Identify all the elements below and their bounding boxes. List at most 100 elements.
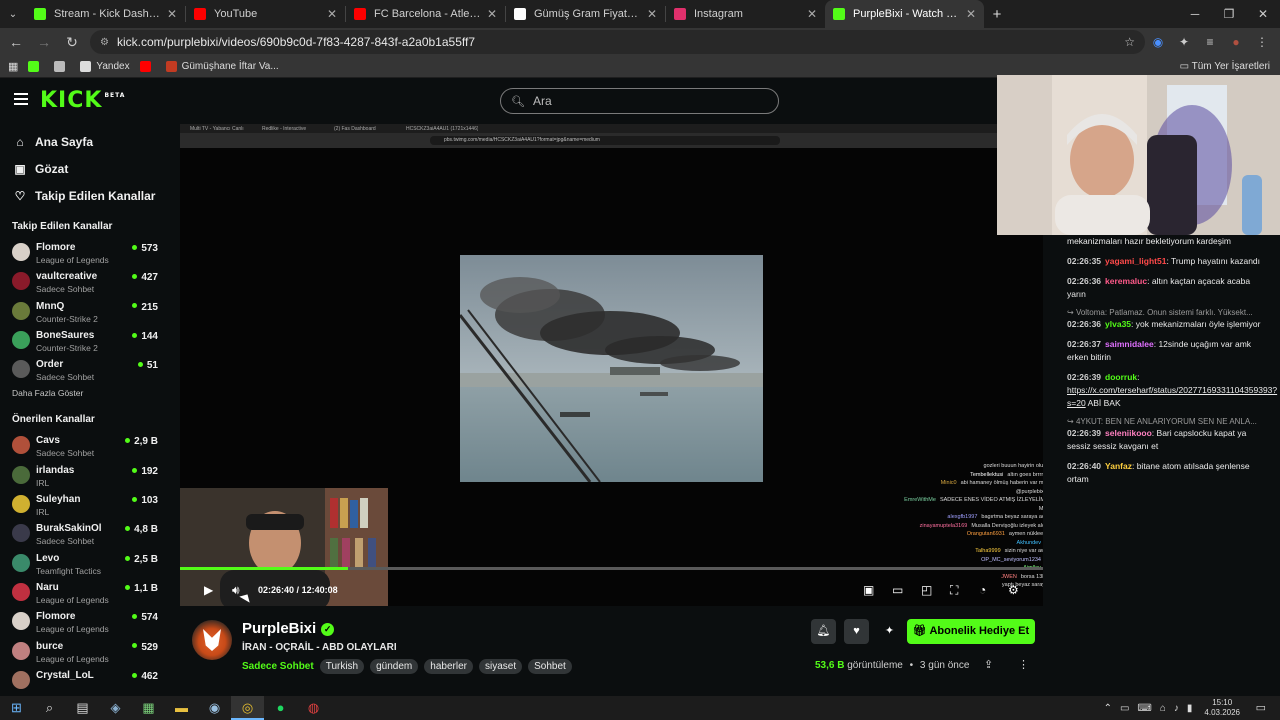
browser-tab[interactable]: FC Barcelona - Atletico Madrid ✕ — [346, 0, 505, 28]
stream-tag[interactable]: Sohbet — [528, 659, 572, 674]
extensions-puzzle-icon[interactable]: ✦ — [1171, 35, 1197, 49]
chat-username[interactable]: keremaluc — [1105, 276, 1147, 286]
apps-grid-icon[interactable]: ▦ — [8, 60, 18, 73]
steam-app-icon[interactable]: ◉ — [198, 696, 231, 720]
bookmark-item[interactable] — [54, 61, 70, 72]
settings-gear-icon[interactable]: ⚙ — [1008, 583, 1019, 597]
tab-close-icon[interactable]: ✕ — [647, 7, 657, 21]
sidebar-nav-item[interactable]: ▣ Gözat — [12, 155, 168, 182]
more-options-icon[interactable]: ⋮ — [1018, 658, 1029, 671]
spotify-icon[interactable]: ● — [264, 696, 297, 720]
taskbar-search-icon[interactable]: ⌕ — [33, 696, 66, 720]
tab-search-icon[interactable]: ⌄ — [0, 9, 26, 20]
channel-item[interactable]: vaultcreative Sadece Sohbet 427 — [0, 267, 168, 296]
tab-close-icon[interactable]: ✕ — [167, 7, 177, 21]
sidebar-nav-item[interactable]: ⌂ Ana Sayfa — [12, 128, 168, 155]
tray-chevron-icon[interactable]: ⌃ — [1104, 703, 1112, 714]
channel-item[interactable]: Naru League of Legends 1,1 B — [0, 578, 168, 607]
theater-mode-icon[interactable]: ▭ — [892, 583, 903, 597]
battery-icon[interactable]: ▮ — [1187, 703, 1193, 714]
chat-username[interactable]: yagami_light51 — [1105, 256, 1166, 266]
clock[interactable]: 15:10 4.03.2026 — [1204, 698, 1240, 718]
stream-tag[interactable]: gündem — [370, 659, 419, 674]
obs-icon[interactable]: ◍ — [297, 696, 330, 720]
extension-icon[interactable]: ◉ — [1145, 35, 1171, 49]
channel-item[interactable]: Suleyhan IRL 103 — [0, 490, 168, 519]
tab-close-icon[interactable]: ✕ — [327, 7, 337, 21]
chat-username[interactable]: saimnidalee — [1105, 339, 1154, 349]
windows-start-icon[interactable]: ⊞ — [0, 696, 33, 720]
restore-icon[interactable]: ❐ — [1212, 0, 1246, 28]
channel-item[interactable]: BoneSaures Counter-Strike 2 144 — [0, 326, 168, 355]
speaker-icon[interactable]: ♪ — [1174, 703, 1179, 714]
channel-item[interactable]: Cavs Sadece Sohbet 2,9 B — [0, 431, 168, 460]
bookmark-item[interactable]: Gümüşhane İftar Va... — [165, 61, 279, 72]
seek-bar[interactable] — [180, 567, 1043, 570]
video-player[interactable]: Multi TV - Yabancı Canlı Redlike - Intera… — [180, 124, 1043, 606]
browser-tab[interactable]: Gümüş Gram Fiyatı Canlı - Bug ✕ — [506, 0, 665, 28]
minimize-icon[interactable]: ─ — [1178, 0, 1212, 28]
channel-item[interactable]: Levo Teamfight Tactics 2,5 B — [0, 549, 168, 578]
channel-item[interactable]: irlandas IRL 192 — [0, 461, 168, 490]
channel-item[interactable]: BurakSakinOl Sadece Sohbet 4,8 B — [0, 519, 168, 548]
new-tab-button[interactable]: + — [984, 6, 1010, 23]
notifications-icon[interactable]: ▭ — [1256, 701, 1266, 714]
sparkle-icon[interactable]: ✦ — [877, 619, 902, 644]
forward-icon[interactable]: → — [32, 34, 56, 50]
back-icon[interactable]: ← — [4, 34, 28, 50]
channel-item[interactable]: Crystal_LoL 462 — [0, 666, 168, 695]
chat-username[interactable]: seleniikooo — [1105, 428, 1152, 438]
search-input[interactable]: 🔍︎ Ara — [500, 88, 779, 114]
profile-avatar[interactable]: ● — [1223, 35, 1249, 49]
steam-icon[interactable]: ◈ — [99, 696, 132, 720]
menu-icon[interactable] — [14, 93, 28, 105]
reload-icon[interactable]: ↻ — [60, 34, 84, 51]
chat-username[interactable]: Yanfaz — [1105, 461, 1132, 471]
channel-item[interactable]: MnnQ Counter-Strike 2 215 — [0, 297, 168, 326]
speed-icon[interactable]: ◔ — [979, 583, 986, 597]
bookmark-item[interactable]: Yandex — [80, 61, 130, 72]
category-link[interactable]: Sadece Sohbet — [242, 661, 314, 672]
bookmark-item[interactable] — [28, 61, 44, 72]
reading-list-icon[interactable]: ≡ — [1197, 35, 1223, 49]
bookmark-star-icon[interactable]: ☆ — [1124, 35, 1135, 49]
tray-app-icon[interactable]: ▭ — [1120, 703, 1129, 714]
explorer-icon[interactable]: ▬ — [165, 696, 198, 720]
channel-item[interactable]: burce League of Legends 529 — [0, 637, 168, 666]
fullscreen-icon[interactable]: ⛶ — [950, 583, 958, 598]
show-more-link[interactable]: Daha Fazla Göster — [0, 388, 168, 398]
sidebar-nav-item[interactable]: ♡ Takip Edilen Kanallar — [12, 182, 168, 209]
tab-close-icon[interactable]: ✕ — [807, 7, 817, 21]
tab-close-icon[interactable]: ✕ — [487, 7, 497, 21]
task-view-icon[interactable]: ▤ — [66, 696, 99, 720]
store-icon[interactable]: ▦ — [132, 696, 165, 720]
streamer-avatar[interactable] — [192, 620, 232, 660]
channel-item[interactable]: Flomore League of Legends 573 — [0, 238, 168, 267]
clip-icon[interactable]: ▣ — [863, 583, 874, 597]
browser-tab[interactable]: Instagram ✕ — [666, 0, 825, 28]
address-bar[interactable]: ⚙ kick.com/purplebixi/videos/690b9c0d-7f… — [90, 30, 1145, 54]
stream-tag[interactable]: Turkish — [319, 659, 365, 674]
all-bookmarks[interactable]: ▭ Tüm Yer İşaretleri — [1180, 61, 1270, 72]
bookmark-item[interactable] — [139, 61, 156, 72]
chat-username[interactable]: ylva35 — [1105, 319, 1131, 329]
streamer-name[interactable]: PurpleBixi ✓ — [242, 620, 335, 637]
browser-tab[interactable]: YouTube ✕ — [186, 0, 345, 28]
tab-close-icon[interactable]: ✕ — [966, 7, 976, 21]
channel-item[interactable]: Order Sadece Sohbet 51 — [0, 355, 168, 384]
play-icon[interactable]: ▶ — [204, 583, 213, 597]
chrome-taskbar-icon[interactable]: ◎ — [231, 696, 264, 720]
stream-tag[interactable]: siyaset — [478, 659, 523, 674]
gift-subscription-button[interactable]: 🎁︎ Abonelik Hediye Et — [907, 619, 1035, 644]
share-icon[interactable]: ⇪ — [984, 658, 993, 671]
follow-heart-icon[interactable]: ♥ — [844, 619, 869, 644]
browser-tab[interactable]: PurpleBixi - Watch the VOD ✕ — [825, 0, 984, 28]
pip-icon[interactable]: ◰ — [921, 583, 932, 597]
chat-username[interactable]: doorruk — [1105, 372, 1137, 382]
browser-tab[interactable]: Stream - Kick Dashboard ✕ — [26, 0, 185, 28]
stream-tag[interactable]: haberler — [424, 659, 473, 674]
close-window-icon[interactable]: ✕ — [1246, 0, 1280, 28]
kick-logo[interactable]: KICK BETA — [40, 88, 125, 113]
network-icon[interactable]: ⌂ — [1160, 703, 1166, 714]
site-info-icon[interactable]: ⚙ — [100, 37, 109, 48]
